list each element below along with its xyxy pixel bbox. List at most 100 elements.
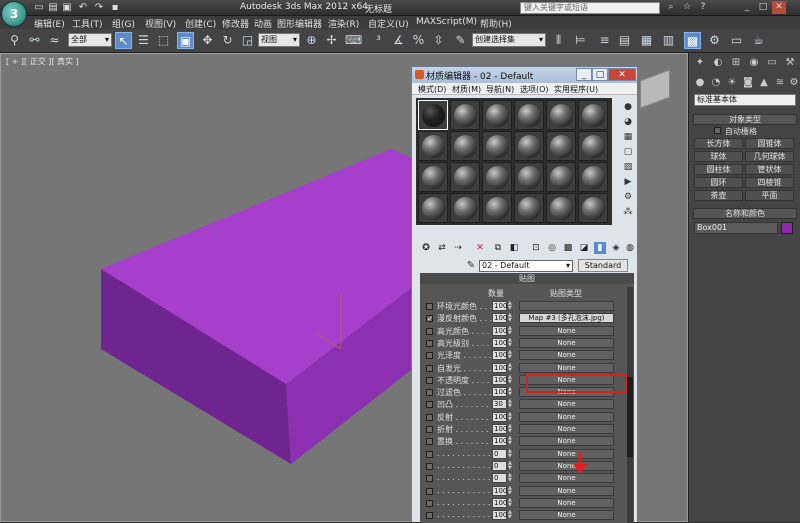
reference-coord-dropdown[interactable]: 视图: [258, 33, 300, 47]
sample-slot[interactable]: [546, 100, 576, 130]
sample-slot[interactable]: [450, 100, 480, 130]
map-slot-button[interactable]: None: [519, 399, 614, 410]
map-amount-field[interactable]: 100: [492, 485, 507, 496]
maximize-button[interactable]: □: [756, 1, 770, 14]
spinner-arrows-icon[interactable]: ▲ ▼: [508, 301, 513, 311]
map-enable-checkbox[interactable]: [426, 450, 433, 458]
hierarchy-tab-icon[interactable]: ⊞: [729, 56, 743, 70]
maps-scrollbar[interactable]: [627, 287, 633, 523]
tube-button[interactable]: 管状体: [745, 164, 794, 175]
map-slot-button[interactable]: None: [519, 460, 614, 471]
map-amount-field[interactable]: 100: [492, 301, 507, 311]
sample-uv-tiling-icon[interactable]: ▢: [622, 146, 634, 158]
link-icon[interactable]: ⚲: [6, 32, 23, 49]
maps-rollout-header[interactable]: 贴图: [420, 273, 634, 284]
options-icon[interactable]: ⚙: [622, 191, 634, 203]
sample-slot[interactable]: [418, 131, 448, 161]
geosphere-button[interactable]: 几何球体: [745, 151, 794, 162]
spinner-arrows-icon[interactable]: ▲ ▼: [508, 448, 513, 459]
spinner-arrows-icon[interactable]: ▲ ▼: [508, 313, 513, 323]
spinner-arrows-icon[interactable]: ▲ ▼: [508, 460, 513, 471]
map-slot-button[interactable]: None: [519, 448, 614, 459]
geometry-icon[interactable]: ●: [693, 76, 707, 90]
pyramid-button[interactable]: 四棱锥: [745, 177, 794, 188]
schematic-view-icon[interactable]: ▥: [660, 32, 677, 49]
go-forward-icon[interactable]: ◈: [610, 242, 622, 254]
spinner-arrows-icon[interactable]: ▲ ▼: [508, 510, 513, 520]
rendered-frame-icon[interactable]: ▭: [728, 32, 745, 49]
map-enable-checkbox[interactable]: [426, 462, 433, 470]
go-to-parent-icon[interactable]: ▮: [594, 242, 606, 254]
percent-snap-icon[interactable]: %: [410, 32, 427, 49]
mat-close-button[interactable]: ✕: [608, 68, 636, 81]
map-slot-button[interactable]: None: [519, 510, 614, 521]
mat-menu-utilities[interactable]: 实用程序(U): [554, 84, 598, 95]
spinner-arrows-icon[interactable]: ▲ ▼: [508, 387, 513, 397]
redo-icon[interactable]: ↷: [92, 2, 106, 14]
map-amount-field[interactable]: 30: [492, 399, 507, 410]
select-by-material-icon[interactable]: ⁂: [622, 206, 634, 218]
backlight-icon[interactable]: ◕: [622, 116, 634, 128]
map-enable-checkbox[interactable]: [426, 487, 433, 495]
map-amount-field[interactable]: 100: [492, 436, 507, 447]
spinner-arrows-icon[interactable]: ▲ ▼: [508, 325, 513, 336]
show-end-result-icon[interactable]: ◪: [578, 242, 590, 254]
map-amount-field[interactable]: 100: [492, 337, 507, 348]
angle-snap-icon[interactable]: ∡: [390, 32, 407, 49]
object-name-field[interactable]: Box001: [694, 222, 778, 234]
layer-manager-icon[interactable]: ≡: [596, 32, 613, 49]
spinner-arrows-icon[interactable]: ▲ ▼: [508, 350, 513, 360]
sphere-button[interactable]: 球体: [694, 151, 743, 162]
spinner-arrows-icon[interactable]: ▲ ▼: [508, 374, 513, 385]
map-slot-button[interactable]: None: [519, 436, 614, 447]
spinner-arrows-icon[interactable]: ▲ ▼: [508, 485, 513, 496]
search-input[interactable]: 键入关键字或短语: [520, 2, 660, 14]
spinner-arrows-icon[interactable]: ▲ ▼: [508, 497, 513, 508]
material-id-icon[interactable]: ◎: [546, 242, 558, 254]
map-amount-field[interactable]: 100: [492, 374, 507, 385]
utilities-tab-icon[interactable]: ⚒: [783, 56, 797, 70]
sample-slot[interactable]: [514, 162, 544, 192]
map-amount-field[interactable]: 100: [492, 497, 507, 508]
spinner-arrows-icon[interactable]: ▲ ▼: [508, 362, 513, 373]
category-dropdown[interactable]: 标准基本体: [694, 94, 796, 106]
map-slot-button[interactable]: None: [519, 337, 614, 348]
lights-icon[interactable]: ☀: [725, 76, 739, 90]
systems-icon[interactable]: ⚙: [787, 76, 800, 90]
assign-material-icon[interactable]: ⇢: [452, 242, 464, 254]
map-enable-checkbox[interactable]: [426, 352, 433, 360]
mat-menu-material[interactable]: 材质(M): [452, 84, 481, 95]
undo-icon[interactable]: ↶: [76, 2, 90, 14]
make-unique-icon[interactable]: ◧: [508, 242, 520, 254]
scale-icon[interactable]: ◲: [239, 32, 256, 49]
map-slot-button[interactable]: None: [519, 411, 614, 422]
minimize-button[interactable]: _: [740, 1, 754, 14]
map-amount-field[interactable]: 100: [492, 510, 507, 521]
plane-button[interactable]: 平面: [745, 190, 794, 201]
close-button[interactable]: ✕: [772, 1, 786, 14]
modify-tab-icon[interactable]: ◐: [711, 56, 725, 70]
navigator-icon[interactable]: ◍: [624, 242, 636, 254]
map-enable-checkbox[interactable]: [426, 413, 433, 421]
sample-slot[interactable]: [450, 193, 480, 223]
material-editor-titlebar[interactable]: 材质编辑器 - 02 - Default _ □ ✕: [412, 67, 637, 83]
background-icon[interactable]: ▦: [622, 131, 634, 143]
select-by-name-icon[interactable]: ☰: [135, 32, 152, 49]
map-amount-field[interactable]: 0: [492, 473, 507, 484]
search-icon[interactable]: ⌕: [664, 1, 678, 14]
torus-button[interactable]: 圆环: [694, 177, 743, 188]
sample-slot[interactable]: [546, 131, 576, 161]
pivot-center-icon[interactable]: ⊕: [303, 32, 320, 49]
material-editor-icon[interactable]: ▩: [684, 32, 701, 49]
map-slot-button[interactable]: [519, 301, 614, 311]
make-preview-icon[interactable]: ▶: [622, 176, 634, 188]
sample-slot[interactable]: [482, 100, 512, 130]
selection-filter-dropdown[interactable]: 全部: [68, 33, 112, 47]
sample-slot[interactable]: [482, 193, 512, 223]
save-icon[interactable]: ▣: [60, 2, 74, 14]
graphite-tools-icon[interactable]: ▤: [616, 32, 633, 49]
sample-slot[interactable]: [418, 100, 448, 130]
sample-slot[interactable]: [578, 162, 608, 192]
infocenter-icon[interactable]: ☆: [680, 1, 694, 14]
sample-slot[interactable]: [514, 193, 544, 223]
